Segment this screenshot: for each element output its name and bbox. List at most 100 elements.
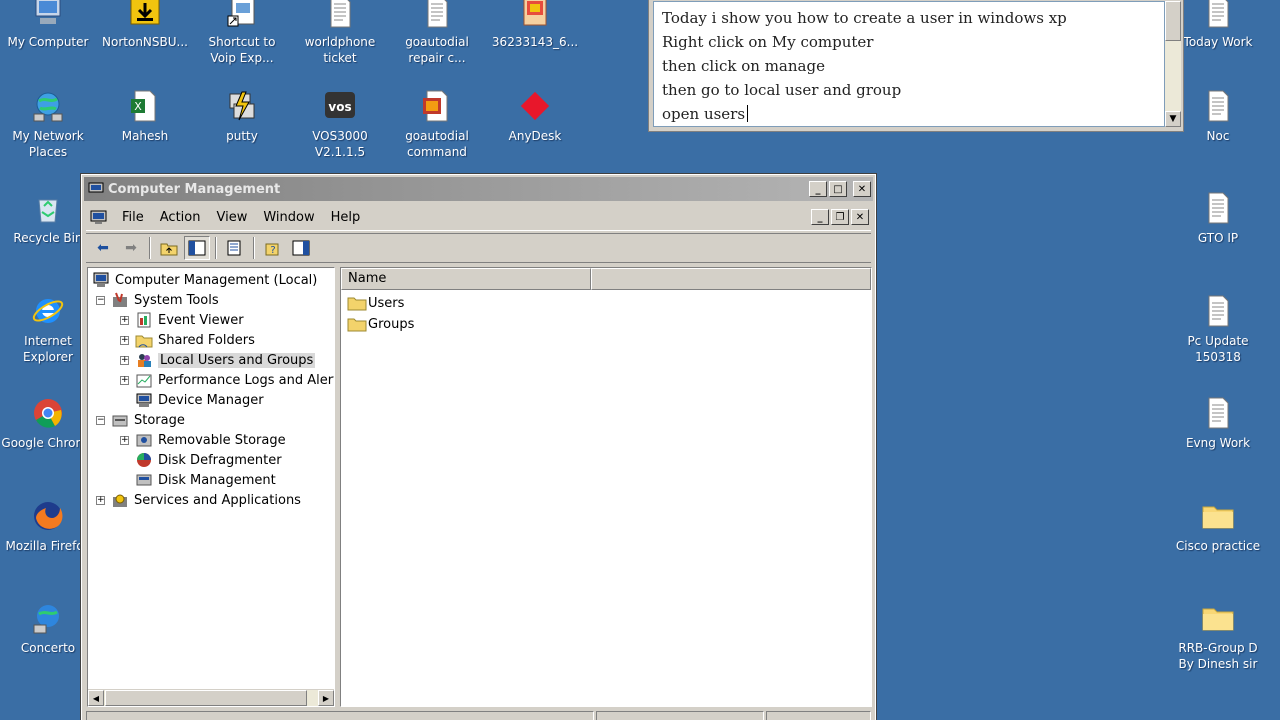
desktop-icon[interactable]: Noc <box>1170 88 1266 144</box>
scroll-right-button[interactable]: ▶ <box>318 690 334 706</box>
export-list-icon[interactable] <box>222 236 248 260</box>
details-pane[interactable]: Name Users Groups <box>340 267 872 707</box>
expand-icon[interactable]: + <box>120 355 129 365</box>
note-line: open users <box>662 105 746 123</box>
menu-view[interactable]: View <box>208 210 255 225</box>
desktop-icon-label: goautodial command <box>405 129 469 159</box>
desktop-icon[interactable]: worldphone ticket <box>292 0 388 66</box>
collapse-icon[interactable]: − <box>96 295 105 305</box>
list-item-label: Users <box>368 295 405 311</box>
desktop-icon[interactable]: putty <box>194 88 290 144</box>
desktop-icon[interactable]: goautodial command <box>389 88 485 160</box>
expand-icon[interactable]: + <box>120 375 129 385</box>
desktop-icon[interactable]: Shortcut to Voip Exp... <box>194 0 290 66</box>
console-icon[interactable] <box>90 210 108 226</box>
horizontal-scrollbar[interactable]: ◀ ▶ <box>88 689 334 706</box>
desktop-icon[interactable]: Pc Update 150318 <box>1170 293 1266 365</box>
tree-node[interactable]: + Local Users and Groups <box>120 350 316 370</box>
desktop-icon[interactable]: GTO IP <box>1170 190 1266 246</box>
scrollbar-thumb[interactable] <box>1165 1 1181 41</box>
tree-node-label: Removable Storage <box>158 432 286 448</box>
list-item-users[interactable]: Users <box>347 293 404 313</box>
tree-node[interactable]: Disk Management <box>120 470 276 490</box>
desktop-icon[interactable]: Today Work <box>1170 0 1266 50</box>
status-panel <box>766 711 871 720</box>
back-icon[interactable]: ⬅ <box>90 236 116 260</box>
expand-icon[interactable]: + <box>96 495 105 505</box>
column-header-name[interactable]: Name <box>341 268 591 290</box>
desktop-icon[interactable]: X Mahesh <box>97 88 193 144</box>
console-tree[interactable]: Computer Management (Local) − System Tools… <box>87 267 335 707</box>
help-icon[interactable]: ? <box>260 236 286 260</box>
desktop-icon-label: AnyDesk <box>508 129 562 143</box>
folder-icon <box>1200 600 1236 636</box>
collapse-icon[interactable]: − <box>96 415 105 425</box>
menu-file[interactable]: File <box>114 210 152 225</box>
desktop-icon[interactable]: AnyDesk <box>487 88 583 144</box>
desktop-icon-label: VOS3000 V2.1.1.5 <box>312 129 368 159</box>
tree-node[interactable]: + Performance Logs and Alerts <box>120 370 334 390</box>
tree-node[interactable]: Computer Management (Local) <box>92 270 317 290</box>
tree-node[interactable]: Device Manager <box>120 390 264 410</box>
desktop-icon-label: Concerto <box>20 641 76 655</box>
menu-action[interactable]: Action <box>152 210 209 225</box>
forward-icon[interactable]: ➡ <box>118 236 144 260</box>
desktop-icon[interactable]: goautodial repair c... <box>389 0 485 66</box>
up-one-level-icon[interactable] <box>156 236 182 260</box>
show-hide-action-pane-icon[interactable] <box>288 236 314 260</box>
window-title: Computer Management <box>108 181 281 197</box>
list-item-label: Groups <box>368 316 415 332</box>
tree-node[interactable]: + Services and Applications <box>96 490 301 510</box>
vos-icon: vos <box>322 88 358 124</box>
desktop-icon[interactable]: My Network Places <box>0 88 96 160</box>
expand-icon[interactable]: + <box>120 315 129 325</box>
tree-node[interactable]: − System Tools <box>96 290 219 310</box>
tree-node[interactable]: + Removable Storage <box>120 430 286 450</box>
expand-icon[interactable]: + <box>120 435 129 445</box>
toolbar: ⬅ ➡ ? <box>86 233 871 263</box>
tree-node[interactable]: + Shared Folders <box>120 330 255 350</box>
svg-text:?: ? <box>270 245 275 256</box>
note-line-last: open users <box>662 102 1156 126</box>
mdi-minimize-button[interactable]: _ <box>811 209 829 225</box>
minimize-button[interactable]: _ <box>809 181 827 197</box>
maximize-button[interactable]: □ <box>829 181 847 197</box>
desktop-icon[interactable]: NortonNSBU... <box>97 0 193 50</box>
tutorial-text-area[interactable]: Today i show you how to create a user in… <box>653 1 1165 127</box>
desktop-icon-label: goautodial repair c... <box>405 35 469 65</box>
text-file-icon <box>1200 88 1236 124</box>
tree-node[interactable]: + Event Viewer <box>120 310 244 330</box>
mdi-restore-button[interactable]: ❐ <box>831 209 849 225</box>
desktop-icon-label: Cisco practice <box>1175 539 1261 553</box>
desktop-icon[interactable]: vos VOS3000 V2.1.1.5 <box>292 88 388 160</box>
title-bar[interactable]: Computer Management _ □ ✕ <box>84 177 873 201</box>
desktop-icon[interactable]: 36233143_6... <box>487 0 583 50</box>
vertical-scrollbar[interactable]: ▼ <box>1165 1 1181 127</box>
putty-icon <box>224 88 260 124</box>
menu-window[interactable]: Window <box>255 210 322 225</box>
menu-help[interactable]: Help <box>323 210 369 225</box>
scrollbar-thumb[interactable] <box>105 690 307 706</box>
show-hide-console-tree-icon[interactable] <box>184 236 210 260</box>
expand-icon[interactable]: + <box>120 335 129 345</box>
close-button[interactable]: ✕ <box>853 181 871 197</box>
column-header-empty[interactable] <box>591 268 871 290</box>
status-panel <box>86 711 594 720</box>
desktop-icon-label: RRB-Group D By Dinesh sir <box>1178 641 1258 671</box>
desktop-icon[interactable]: Evng Work <box>1170 395 1266 451</box>
list-item-groups[interactable]: Groups <box>347 314 414 334</box>
desktop-icon[interactable]: Cisco practice <box>1170 498 1266 554</box>
mdi-close-button[interactable]: ✕ <box>851 209 869 225</box>
scroll-down-button[interactable]: ▼ <box>1165 111 1181 127</box>
tree-node-label: Local Users and Groups <box>158 352 316 368</box>
tree-node[interactable]: − Storage <box>96 410 185 430</box>
scroll-left-button[interactable]: ◀ <box>88 690 104 706</box>
tree-node[interactable]: Disk Defragmenter <box>120 450 282 470</box>
status-bar <box>86 711 871 720</box>
desktop-icon[interactable]: My Computer <box>0 0 96 50</box>
desktop-icon-label: Evng Work <box>1185 436 1251 450</box>
tutorial-text-window[interactable]: Today i show you how to create a user in… <box>648 0 1184 132</box>
desktop-icon[interactable]: RRB-Group D By Dinesh sir <box>1170 600 1266 672</box>
computer-management-icon <box>88 182 104 195</box>
